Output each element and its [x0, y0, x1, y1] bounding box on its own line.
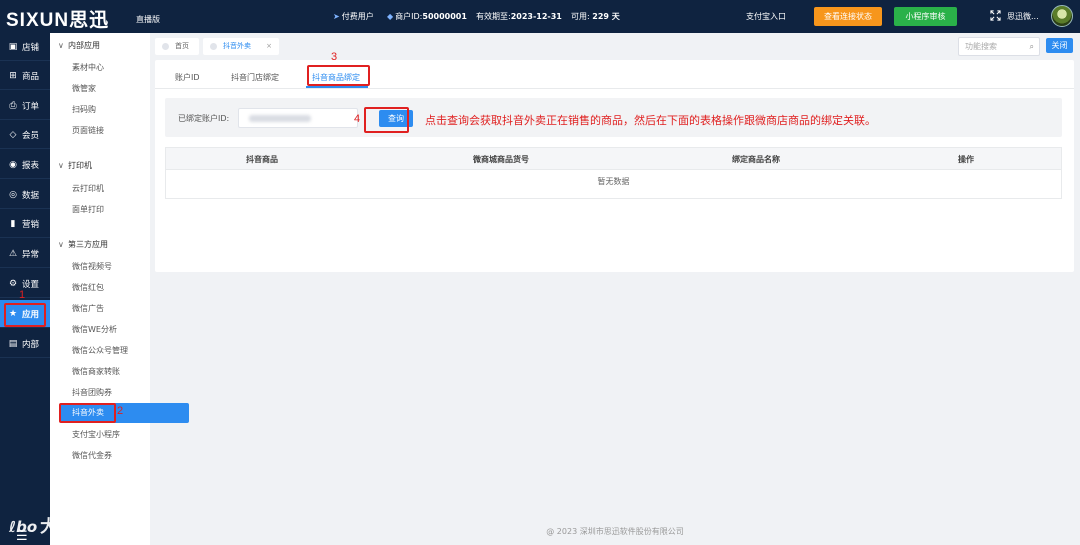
redacted-value — [249, 115, 311, 122]
submenu-item[interactable]: 支付宝小程序 — [72, 429, 120, 440]
tab-douyin-takeout[interactable]: 抖音外卖 × — [203, 38, 279, 55]
nav-item-orders[interactable]: ⎙ 订单 — [0, 92, 50, 120]
submenu-group-printer[interactable]: ∨ 打印机 — [58, 160, 92, 171]
query-hint: 点击查询会获取抖音外卖正在销售的商品，然后在下面的表格操作跟微商店商品的绑定关联… — [425, 114, 876, 127]
chevron-down-icon: ∨ — [58, 240, 64, 249]
bound-account-label: 已绑定账户ID: — [178, 114, 230, 123]
paid-user-label: ➤ 付费用户 — [333, 12, 374, 21]
warning-icon: ⚠ — [8, 248, 18, 259]
annotation-number: 1 — [19, 289, 26, 301]
nav-item-internal[interactable]: ▤ 内部 — [0, 330, 50, 358]
report-icon: ◉ — [9, 159, 17, 170]
valid-until: 有效期至:2023-12-31 — [476, 12, 562, 21]
nav-item-data[interactable]: ◎ 数据 — [0, 181, 50, 209]
submenu-item[interactable]: 微信广告 — [72, 303, 104, 314]
empty-state: 暂无数据 — [597, 177, 630, 186]
search-icon[interactable]: ⌕ — [1030, 38, 1034, 55]
gear-icon: ⚙ — [8, 278, 18, 289]
available-days: 可用: 229 天 — [571, 12, 620, 21]
annotation-box-douyin-takeout — [59, 403, 116, 423]
filter-bar: 已绑定账户ID: 查询 点击查询会获取抖音外卖正在销售的商品，然后在下面的表格操… — [165, 98, 1062, 137]
submenu-item[interactable]: 微信红包 — [72, 282, 104, 293]
tab-divider — [155, 88, 1074, 89]
submenu-group-internal[interactable]: ∨ 内部应用 — [58, 40, 100, 51]
tab-home[interactable]: 首页 — [155, 38, 199, 55]
column-header: 微商城商品货号 — [473, 155, 529, 164]
annotation-number: 4 — [354, 113, 361, 125]
app-submenu: ∨ 内部应用 素材中心 微管家 扫码购 页面链接 ∨ 打印机 云打印机 面单打印 ∨… — [50, 33, 189, 545]
nav-item-store[interactable]: ▣ 店铺 — [0, 33, 50, 61]
table-header: 抖音商品 微商城商品货号 绑定商品名称 操作 — [166, 148, 1061, 170]
annotation-box-goods-binding — [307, 65, 370, 86]
nav-item-goods[interactable]: ⊞ 商品 — [0, 62, 50, 90]
function-search-input[interactable]: 功能搜索 ⌕ — [958, 37, 1040, 56]
goods-binding-table: 抖音商品 微商城商品货号 绑定商品名称 操作 暂无数据 — [165, 147, 1062, 199]
check-connection-button[interactable]: 查看连接状态 — [814, 7, 882, 26]
main-card: 账户ID 抖音门店绑定 抖音商品绑定 已绑定账户ID: 查询 点击查询会获取抖音… — [155, 60, 1074, 272]
top-bar: SIXUN思迅 直播版 ➤ 付费用户 ◆ 商户ID:50000001 有效期至:20… — [0, 0, 1080, 33]
submenu-item[interactable]: 微管家 — [72, 83, 96, 94]
submenu-item[interactable]: 微信视频号 — [72, 261, 112, 272]
submenu-item[interactable]: 抖音团购券 — [72, 387, 112, 398]
send-icon: ➤ — [333, 12, 340, 21]
fullscreen-icon[interactable] — [990, 10, 1001, 21]
nav-item-marketing[interactable]: ▮ 营销 — [0, 210, 50, 238]
column-header: 操作 — [958, 155, 974, 164]
nav-item-members[interactable]: ◇ 会员 — [0, 121, 50, 149]
chevron-down-icon: ∨ — [58, 41, 64, 50]
user-name[interactable]: 思迅微... — [1007, 11, 1039, 22]
circle-icon — [210, 43, 217, 50]
chevron-down-icon: ∨ — [58, 161, 64, 170]
bound-account-field[interactable] — [238, 108, 358, 128]
submenu-item[interactable]: 面单打印 — [72, 204, 104, 215]
submenu-item[interactable]: 微信WE分析 — [72, 324, 117, 335]
submenu-item[interactable]: 微信公众号管理 — [72, 345, 128, 356]
nav-item-exceptions[interactable]: ⚠ 异常 — [0, 240, 50, 268]
annotation-number: 3 — [331, 51, 338, 63]
circle-icon — [162, 43, 169, 50]
order-icon: ⎙ — [9, 100, 17, 111]
gift-icon: ⊞ — [9, 70, 17, 81]
document-icon: ▤ — [8, 338, 18, 349]
column-header: 抖音商品 — [246, 155, 278, 164]
marketing-icon: ▮ — [10, 218, 16, 229]
close-icon[interactable]: × — [266, 38, 272, 55]
member-icon: ◇ — [9, 129, 17, 140]
data-icon: ◎ — [9, 189, 17, 200]
store-icon: ▣ — [8, 41, 18, 52]
submenu-item[interactable]: 微信商家转账 — [72, 366, 120, 377]
column-header: 绑定商品名称 — [732, 155, 780, 164]
logo: SIXUN思迅 — [6, 10, 110, 31]
footer-copyright: @ 2023 深圳市思迅软件股份有限公司 — [546, 527, 684, 536]
avatar[interactable] — [1051, 5, 1073, 27]
alipay-entry-link[interactable]: 支付宝入口 — [746, 11, 786, 22]
watermark: ℓbo 大数跨境 — [9, 517, 109, 537]
submenu-item[interactable]: 页面链接 — [72, 125, 104, 136]
nav-item-reports[interactable]: ◉ 报表 — [0, 151, 50, 179]
annotation-box-apps — [4, 303, 46, 327]
annotation-box-query — [364, 107, 409, 133]
submenu-item[interactable]: 云打印机 — [72, 183, 104, 194]
merchant-id: ◆ 商户ID:50000001 — [387, 12, 467, 21]
submenu-group-third-party[interactable]: ∨ 第三方应用 — [58, 239, 108, 250]
diamond-icon: ◆ — [387, 12, 394, 21]
watermark-logo-icon: ℓbo — [9, 518, 38, 536]
mini-program-review-button[interactable]: 小程序审核 — [894, 7, 957, 26]
edition-label: 直播版 — [136, 15, 160, 24]
subtab-account-id[interactable]: 账户ID — [175, 72, 200, 83]
close-button[interactable]: 关闭 — [1046, 38, 1073, 53]
submenu-item[interactable]: 微信代金券 — [72, 450, 112, 461]
submenu-item[interactable]: 扫码购 — [72, 104, 96, 115]
subtab-store-binding[interactable]: 抖音门店绑定 — [231, 72, 279, 83]
annotation-number: 2 — [117, 405, 124, 417]
submenu-item[interactable]: 素材中心 — [72, 62, 104, 73]
